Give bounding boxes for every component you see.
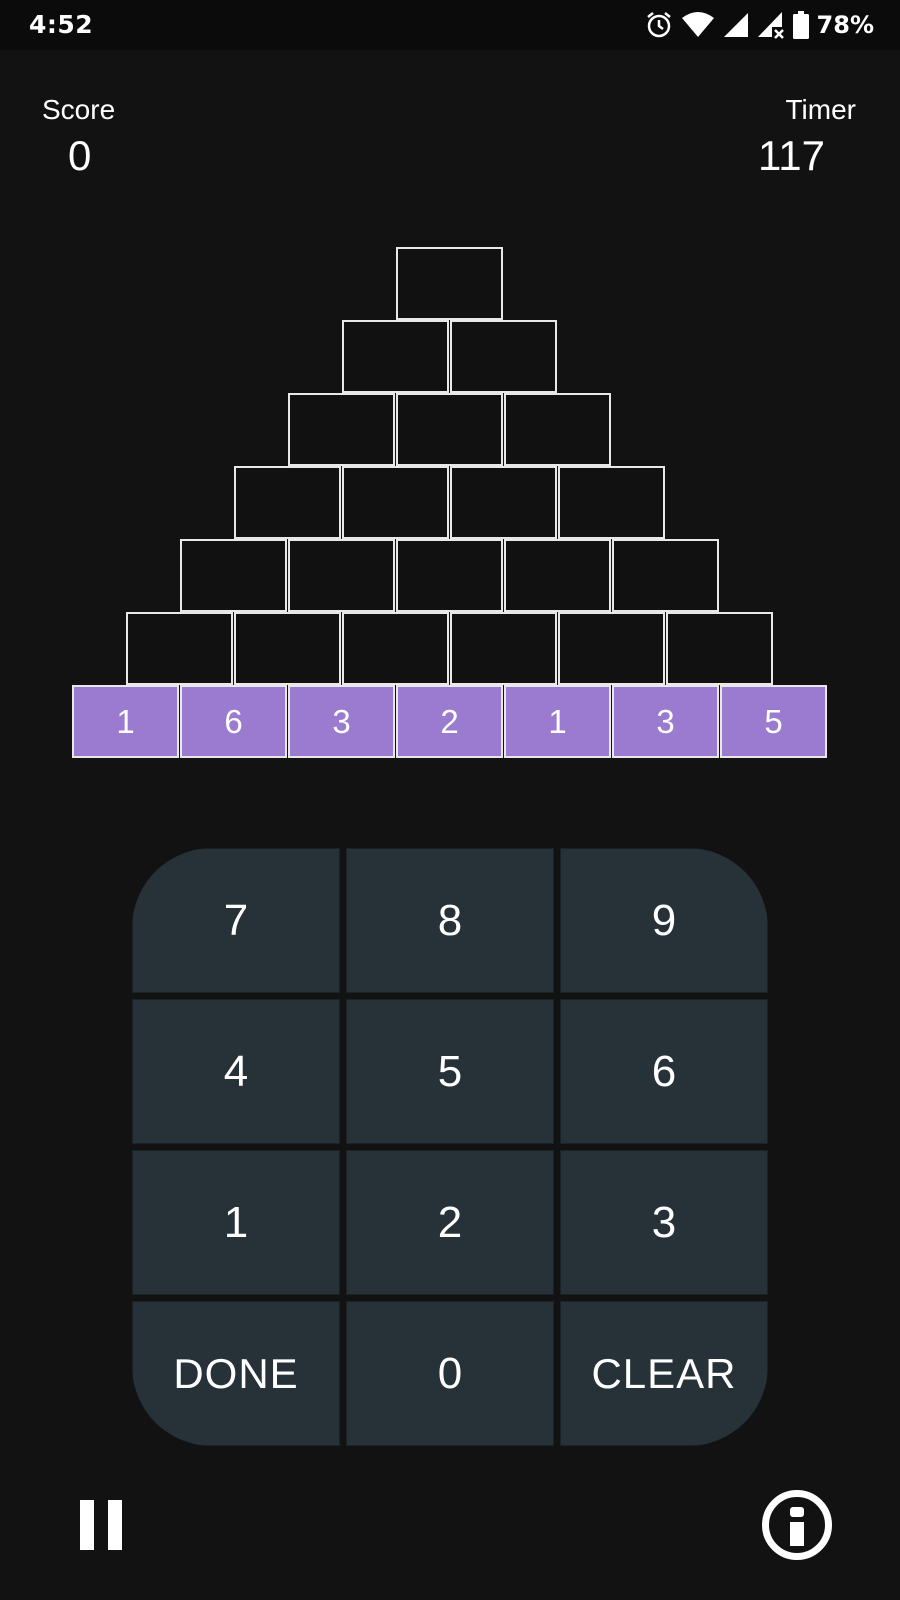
pyramid-base-cell: 1 xyxy=(72,685,179,758)
key-0[interactable]: 0 xyxy=(346,1301,554,1446)
pyramid-cell[interactable] xyxy=(180,539,287,612)
key-8[interactable]: 8 xyxy=(346,848,554,993)
game-screen: 4:52 78% Score 0 Timer 117 1 6 3 2 1 3 5… xyxy=(0,0,900,1600)
pyramid-cell[interactable] xyxy=(612,539,719,612)
pyramid-base-cell: 2 xyxy=(396,685,503,758)
key-1[interactable]: 1 xyxy=(132,1150,340,1295)
pyramid-cell[interactable] xyxy=(342,320,449,393)
pyramid-cell[interactable] xyxy=(504,539,611,612)
pyramid-cell[interactable] xyxy=(504,393,611,466)
pyramid-cell[interactable] xyxy=(396,393,503,466)
key-2[interactable]: 2 xyxy=(346,1150,554,1295)
pyramid-cell[interactable] xyxy=(450,612,557,685)
pyramid-cell[interactable] xyxy=(288,539,395,612)
pyramid-cell[interactable] xyxy=(450,466,557,539)
pyramid-base-cell: 6 xyxy=(180,685,287,758)
clear-button[interactable]: CLEAR xyxy=(560,1301,768,1446)
number-pyramid: 1632135 xyxy=(0,0,900,800)
key-6[interactable]: 6 xyxy=(560,999,768,1144)
pyramid-base-cell: 3 xyxy=(612,685,719,758)
info-icon[interactable] xyxy=(762,1490,832,1560)
key-7[interactable]: 7 xyxy=(132,848,340,993)
pyramid-cell[interactable] xyxy=(396,539,503,612)
pause-icon[interactable] xyxy=(80,1500,124,1550)
pyramid-cell[interactable] xyxy=(342,466,449,539)
key-4[interactable]: 4 xyxy=(132,999,340,1144)
pyramid-base-cell: 1 xyxy=(504,685,611,758)
key-3[interactable]: 3 xyxy=(560,1150,768,1295)
pyramid-cell[interactable] xyxy=(234,612,341,685)
pyramid-cell[interactable] xyxy=(666,612,773,685)
key-5[interactable]: 5 xyxy=(346,999,554,1144)
pyramid-cell[interactable] xyxy=(558,466,665,539)
pyramid-cell[interactable] xyxy=(396,247,503,320)
pyramid-cell[interactable] xyxy=(342,612,449,685)
key-9[interactable]: 9 xyxy=(560,848,768,993)
pyramid-cell[interactable] xyxy=(234,466,341,539)
pyramid-base-cell: 3 xyxy=(288,685,395,758)
pyramid-cell[interactable] xyxy=(288,393,395,466)
pyramid-base-cell: 5 xyxy=(720,685,827,758)
pyramid-cell[interactable] xyxy=(126,612,233,685)
number-keypad: 7 8 9 4 5 6 1 2 3 DONE 0 CLEAR xyxy=(132,848,768,1446)
pyramid-cell[interactable] xyxy=(558,612,665,685)
pyramid-cell[interactable] xyxy=(450,320,557,393)
done-button[interactable]: DONE xyxy=(132,1301,340,1446)
